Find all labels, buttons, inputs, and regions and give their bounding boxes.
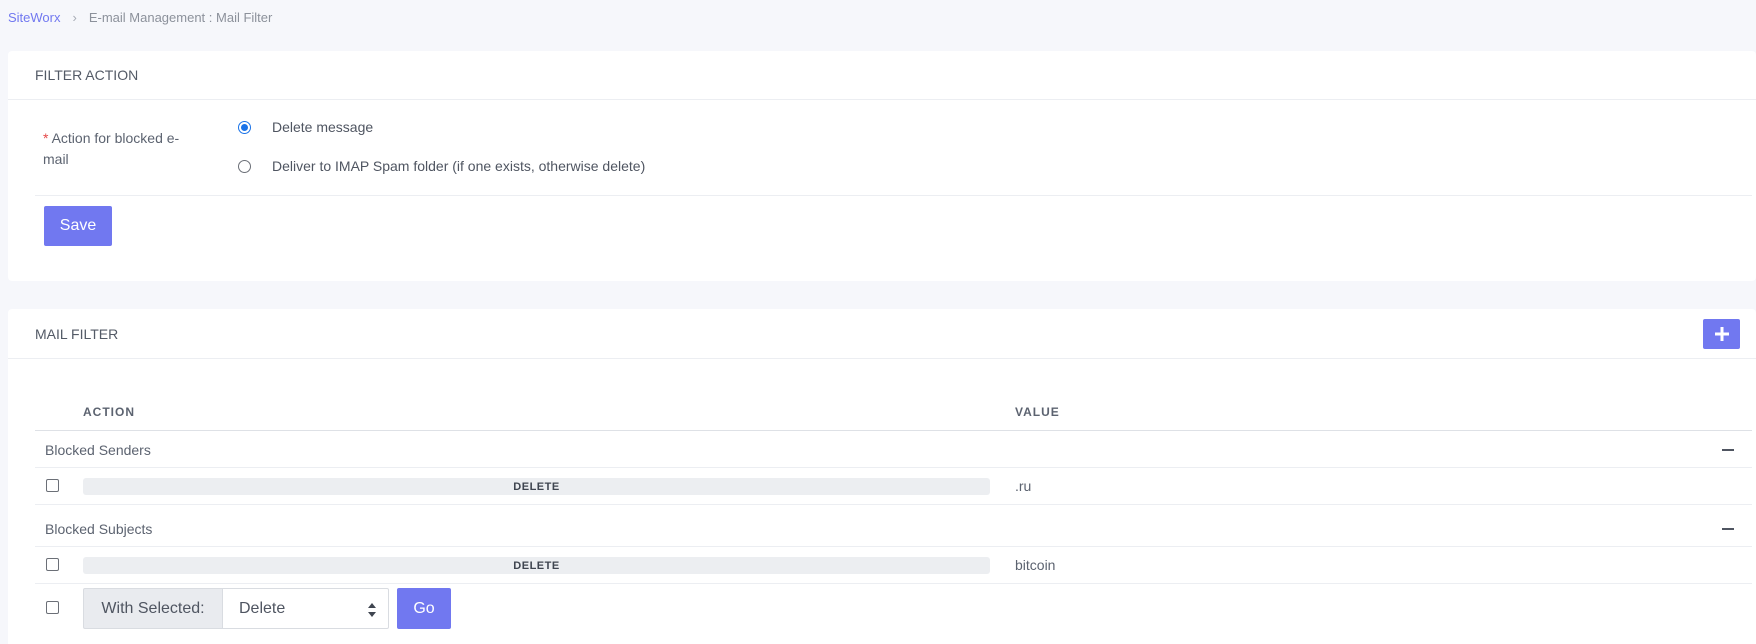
radio-delete-message[interactable] xyxy=(238,120,251,134)
collapse-icon[interactable] xyxy=(1722,449,1734,451)
action-badge[interactable]: DELETE xyxy=(83,478,990,495)
plus-icon xyxy=(1714,327,1729,341)
value-cell: .ru xyxy=(1015,478,1032,494)
table-row: DELETE bitcoin xyxy=(35,547,1752,584)
group-name: Blocked Senders xyxy=(45,441,151,458)
bulk-action-select[interactable]: Delete xyxy=(222,588,389,629)
add-filter-button[interactable] xyxy=(1703,319,1740,349)
radio-imap-spam[interactable] xyxy=(238,159,251,173)
breadcrumb-current: E-mail Management : Mail Filter xyxy=(88,10,273,25)
radio-delete-message-option[interactable]: Delete message xyxy=(238,119,373,135)
group-row-blocked-subjects: Blocked Subjects xyxy=(35,511,1752,547)
column-header-value[interactable]: VALUE xyxy=(1015,405,1060,419)
radio-imap-spam-option[interactable]: Deliver to IMAP Spam folder (if one exis… xyxy=(238,158,645,174)
go-button[interactable]: Go xyxy=(397,588,451,629)
group-name: Blocked Subjects xyxy=(45,520,153,537)
sort-arrows-icon xyxy=(368,603,376,617)
action-for-blocked-email-label: * Action for blocked e-mail xyxy=(43,128,193,170)
form-divider xyxy=(35,195,1752,196)
bulk-actions-row: With Selected: Delete Go xyxy=(35,585,1752,631)
row-checkbox[interactable] xyxy=(46,479,59,492)
radio-imap-spam-label[interactable]: Deliver to IMAP Spam folder (if one exis… xyxy=(272,158,645,174)
filter-action-title: FILTER ACTION xyxy=(8,51,1756,100)
select-all-checkbox[interactable] xyxy=(46,601,59,614)
mail-filter-card: MAIL FILTER ACTION VALUE Blocked Senders… xyxy=(8,309,1756,644)
group-row-blocked-senders: Blocked Senders xyxy=(35,432,1752,468)
column-header-action[interactable]: ACTION xyxy=(83,405,135,419)
table-row: DELETE .ru xyxy=(35,468,1752,505)
filter-action-card: FILTER ACTION * Action for blocked e-mai… xyxy=(8,51,1756,281)
table-header: ACTION VALUE xyxy=(35,395,1752,431)
save-button[interactable]: Save xyxy=(44,206,112,246)
field-label-text: Action for blocked e-mail xyxy=(43,130,180,167)
collapse-icon[interactable] xyxy=(1722,528,1734,530)
mail-filter-title: MAIL FILTER xyxy=(8,309,1756,359)
row-checkbox[interactable] xyxy=(46,558,59,571)
action-badge[interactable]: DELETE xyxy=(83,557,990,574)
breadcrumb-separator: › xyxy=(72,10,77,25)
value-cell: bitcoin xyxy=(1015,557,1056,573)
required-marker: * xyxy=(43,130,49,146)
with-selected-label: With Selected: xyxy=(83,588,222,629)
radio-delete-message-label[interactable]: Delete message xyxy=(272,119,373,135)
breadcrumb: SiteWorx › E-mail Management : Mail Filt… xyxy=(8,10,272,25)
bulk-action-selected-value: Delete xyxy=(239,599,286,617)
breadcrumb-siteworx-link[interactable]: SiteWorx xyxy=(8,10,61,25)
